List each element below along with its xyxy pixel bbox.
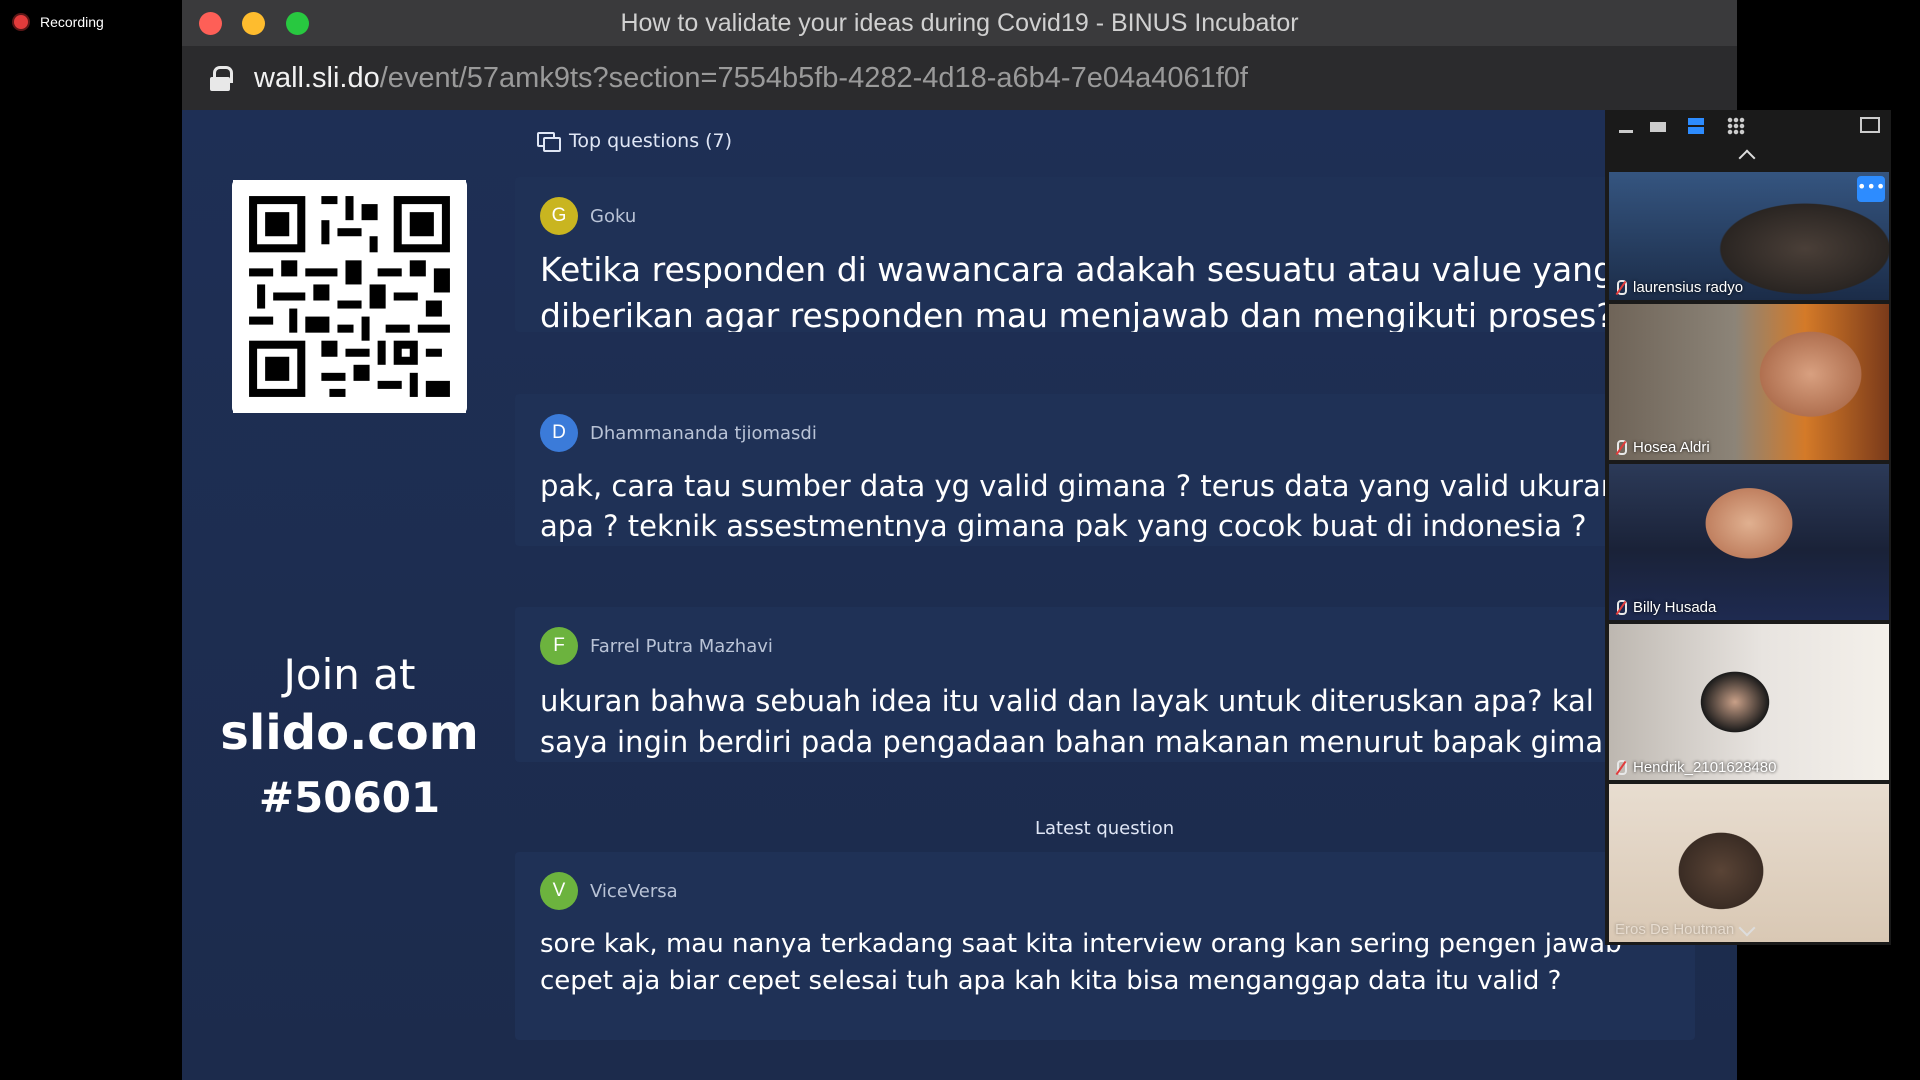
participant-label: Billy Husada <box>1615 599 1716 616</box>
url-host: wall.sli.do <box>254 61 380 94</box>
participant-label: laurensius radyo <box>1615 279 1743 296</box>
join-info: Join at slido.com #50601 <box>202 650 497 822</box>
question-text-line: saya ingin berdiri pada pengadaan bahan … <box>540 725 1604 759</box>
close-window-button[interactable] <box>199 12 222 35</box>
questions-icon <box>537 132 561 152</box>
question-card: F Farrel Putra Mazhavi ukuran bahwa sebu… <box>515 607 1695 762</box>
slido-wall: Join at slido.com #50601 Top questions (… <box>182 110 1737 1080</box>
minimize-window-button[interactable] <box>242 12 265 35</box>
qr-code-image <box>233 180 466 413</box>
participant-name: Hendrik_2101628480 <box>1633 759 1777 776</box>
participant-name: laurensius radyo <box>1633 279 1744 296</box>
address-bar[interactable]: wall.sli.do/event/57amk9ts?section=7554b… <box>182 46 1737 110</box>
exit-fullscreen-icon[interactable] <box>1860 117 1880 133</box>
avatar: G <box>540 197 578 235</box>
participant-name: Billy Husada <box>1633 599 1717 616</box>
participant-label: Hendrik_2101628480 <box>1615 759 1776 776</box>
question-text-line: apa ? teknik assestmentnya gimana pak ya… <box>540 509 1587 543</box>
participant-tile[interactable]: Eros De Houtman <box>1609 784 1889 942</box>
top-questions-label: Top questions (7) <box>569 130 733 152</box>
recording-indicator: Recording <box>14 14 104 30</box>
maximize-window-button[interactable] <box>286 12 309 35</box>
participant-name: Hosea Aldri <box>1633 439 1710 456</box>
question-card: D Dhammananda tjiomasdi pak, cara tau su… <box>515 394 1695 546</box>
participant-label: Eros De Houtman <box>1615 921 1734 938</box>
single-video-icon[interactable] <box>1650 122 1666 132</box>
question-text-line: cepet aja biar cepet selesai tuh apa kah… <box>540 966 1562 996</box>
participant-gallery: ••• laurensius radyo Hosea Aldri Billy H… <box>1605 110 1891 945</box>
muted-mic-icon <box>1615 439 1627 456</box>
participant-label: Hosea Aldri <box>1615 439 1710 456</box>
gallery-toolbar <box>1605 110 1891 144</box>
event-code: #50601 <box>258 773 441 822</box>
question-text-line: diberikan agar responden mau menjawab da… <box>540 296 1614 332</box>
question-card: V ViceVersa sore kak, mau nanya terkadan… <box>515 852 1695 1040</box>
video-feed <box>1609 624 1889 780</box>
join-at-label: Join at <box>283 650 416 699</box>
shared-browser-window: How to validate your ideas during Covid1… <box>182 0 1737 1080</box>
participant-tile[interactable]: Hendrik_2101628480 <box>1609 624 1889 780</box>
question-text-line: sore kak, mau nanya terkadang saat kita … <box>540 929 1622 959</box>
video-feed <box>1609 464 1889 620</box>
more-options-button[interactable]: ••• <box>1857 176 1885 202</box>
minimize-icon[interactable] <box>1619 130 1633 133</box>
author-name: ViceVersa <box>590 880 678 902</box>
question-card: G Goku Ketika responden di wawancara ada… <box>515 177 1695 332</box>
scroll-up-icon[interactable] <box>1738 149 1756 167</box>
participant-tile[interactable]: Billy Husada <box>1609 464 1889 620</box>
speaker-view-icon[interactable] <box>1688 118 1704 134</box>
recording-label: Recording <box>40 14 104 30</box>
participant-name: Eros De Houtman <box>1615 921 1735 938</box>
participant-tile[interactable]: Hosea Aldri <box>1609 304 1889 460</box>
video-feed <box>1609 304 1889 460</box>
avatar: V <box>540 872 578 910</box>
author-name: Goku <box>590 205 637 227</box>
lock-icon <box>210 66 233 91</box>
question-text-line: Ketika responden di wawancara adakah ses… <box>540 250 1615 289</box>
author-name: Farrel Putra Mazhavi <box>590 635 773 657</box>
window-titlebar: How to validate your ideas during Covid1… <box>182 0 1737 46</box>
question-text-line: pak, cara tau sumber data yg valid giman… <box>540 469 1620 503</box>
muted-mic-icon <box>1615 279 1627 296</box>
avatar: F <box>540 627 578 665</box>
record-icon <box>14 15 28 29</box>
join-domain: slido.com <box>220 705 479 761</box>
avatar: D <box>540 414 578 452</box>
author-name: Dhammananda tjiomasdi <box>590 422 817 444</box>
window-title: How to validate your ideas during Covid1… <box>620 8 1299 37</box>
video-feed <box>1609 784 1889 942</box>
question-text-line: ukuran bahwa sebuah idea itu valid dan l… <box>540 684 1594 718</box>
participant-tile[interactable]: ••• laurensius radyo <box>1609 172 1889 300</box>
muted-mic-icon <box>1615 599 1627 616</box>
qr-code <box>232 180 467 413</box>
muted-mic-icon <box>1615 759 1627 776</box>
gallery-view-icon[interactable] <box>1727 117 1745 135</box>
url-path: /event/57amk9ts?section=7554b5fb-4282-4d… <box>379 61 1248 94</box>
latest-question-label: Latest question <box>1035 818 1175 839</box>
top-questions-header: Top questions (7) <box>537 130 732 152</box>
